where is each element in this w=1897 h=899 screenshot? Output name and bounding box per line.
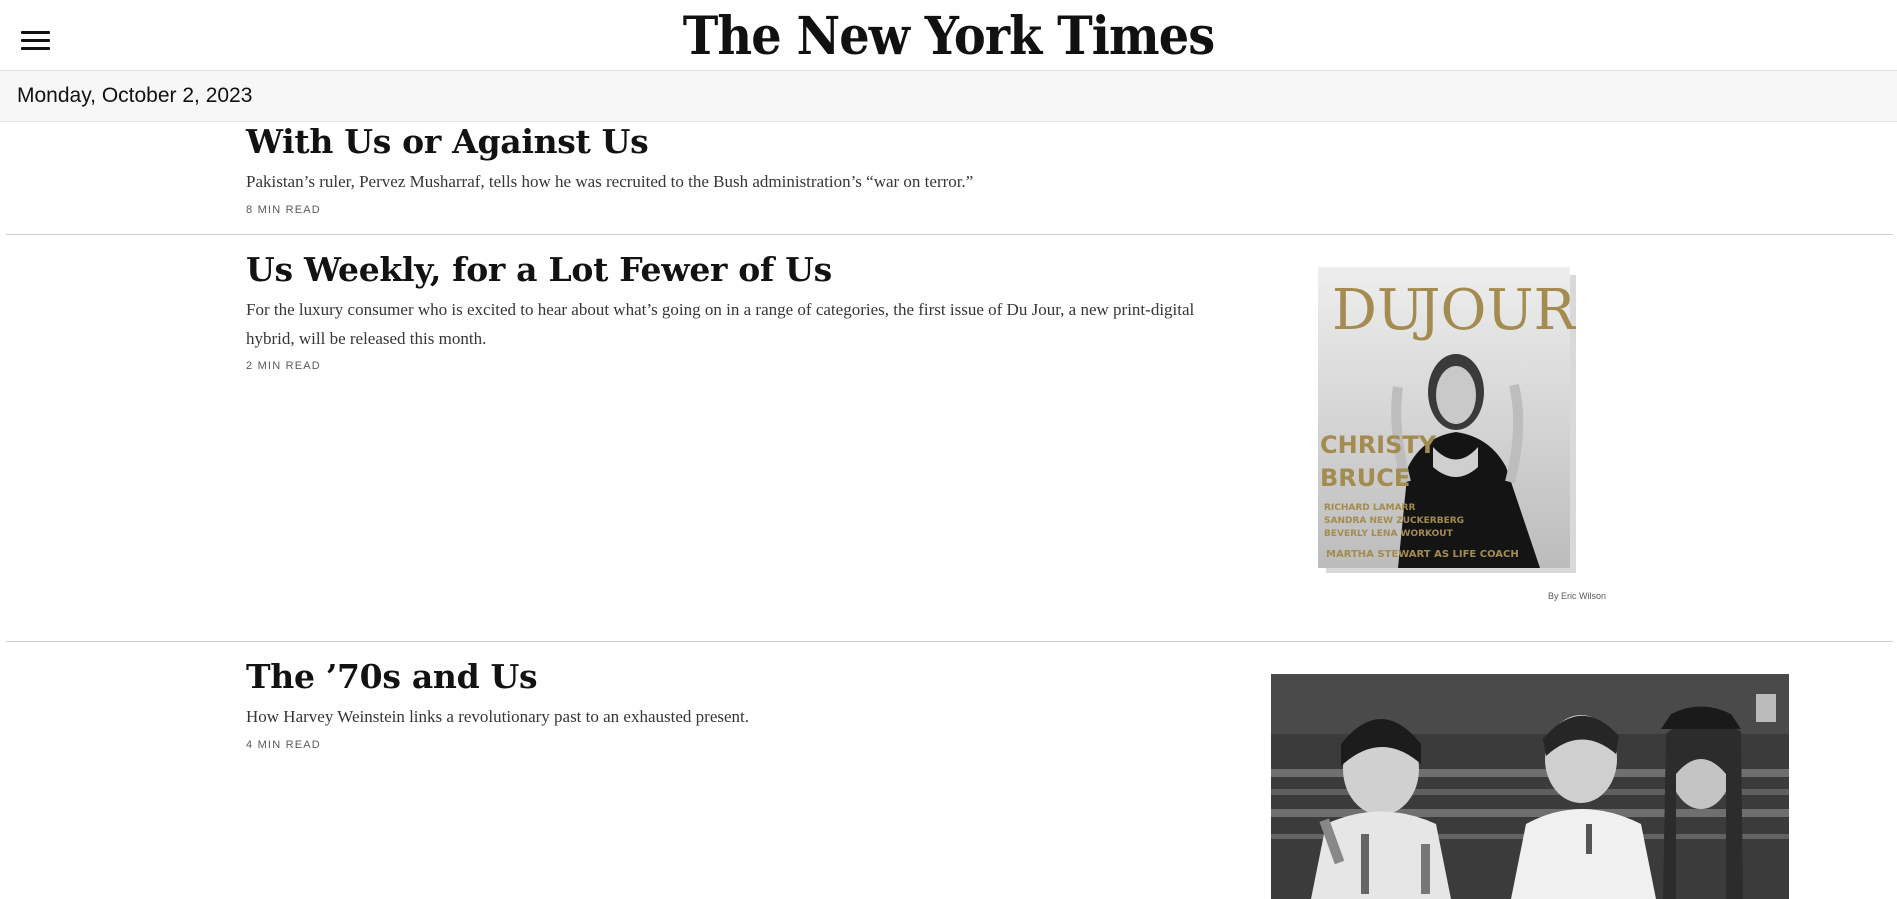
- story-headline[interactable]: Us Weekly, for a Lot Fewer of Us: [246, 250, 832, 289]
- svg-text:MARTHA STEWART AS LIFE COACH: MARTHA STEWART AS LIFE COACH: [1326, 549, 1519, 560]
- story-image-press-photo[interactable]: [1271, 674, 1789, 899]
- story-item: The ’70s and Us How Harvey Weinstein lin…: [0, 657, 1897, 899]
- svg-text:CHRISTY: CHRISTY: [1320, 431, 1437, 459]
- story-summary: For the luxury consumer who is excited t…: [246, 300, 1195, 348]
- story-headline[interactable]: With Us or Against Us: [246, 122, 649, 161]
- masthead: The New York Times: [0, 0, 1897, 71]
- story-summary: Pakistan’s ruler, Pervez Musharraf, tell…: [246, 172, 974, 191]
- cover-masthead: DU: [1332, 278, 1424, 343]
- menu-line: [21, 47, 50, 50]
- story-item: Us Weekly, for a Lot Fewer of Us For the…: [0, 250, 1897, 640]
- read-time: 2 MIN READ: [246, 360, 321, 372]
- story-item: With Us or Against Us Pakistan’s ruler, …: [0, 122, 1897, 234]
- divider: [6, 641, 1893, 642]
- read-time: 4 MIN READ: [246, 739, 321, 751]
- menu-line: [21, 31, 50, 34]
- date-bar: Monday, October 2, 2023: [0, 71, 1897, 122]
- svg-text:BEVERLY LENA WORKOUT: BEVERLY LENA WORKOUT: [1324, 529, 1454, 539]
- svg-text:BRUCE: BRUCE: [1320, 464, 1410, 492]
- current-date: Monday, October 2, 2023: [17, 84, 253, 107]
- menu-line: [21, 39, 50, 42]
- svg-text:RICHARD LAMARR: RICHARD LAMARR: [1324, 503, 1415, 513]
- story-image-du-jour-cover[interactable]: DU JOUR CHRISTY BRUCE RICHARD LAMARR SAN…: [1318, 267, 1576, 573]
- read-time: 8 MIN READ: [246, 204, 321, 216]
- image-credit: By Eric Wilson: [1548, 591, 1607, 601]
- svg-text:JOUR: JOUR: [1413, 278, 1576, 343]
- nyt-logo[interactable]: The New York Times: [76, 6, 1821, 68]
- divider: [6, 234, 1893, 235]
- story-summary: How Harvey Weinstein links a revolutiona…: [246, 707, 749, 726]
- svg-text:SANDRA NEW ZUCKERBERG: SANDRA NEW ZUCKERBERG: [1324, 516, 1464, 526]
- hamburger-menu-icon[interactable]: [21, 30, 50, 52]
- story-headline[interactable]: The ’70s and Us: [246, 657, 538, 696]
